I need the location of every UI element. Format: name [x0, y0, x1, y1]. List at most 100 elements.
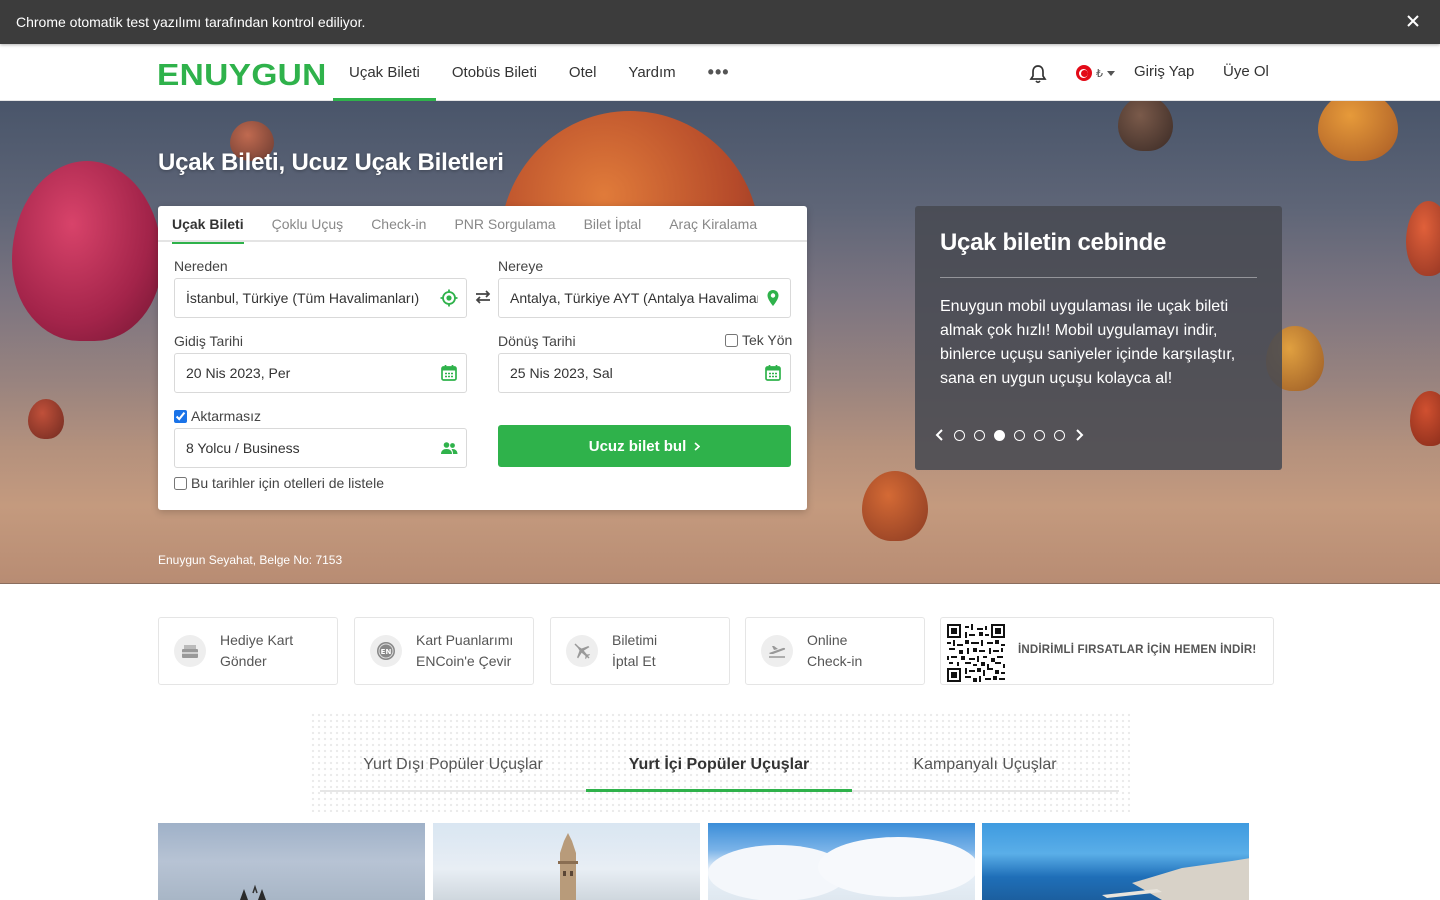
nav-otobus-bileti[interactable]: Otobüs Bileti [436, 44, 553, 101]
tab-pnr-sorgulama[interactable]: PNR Sorgulama [440, 206, 569, 242]
carousel-dot[interactable] [954, 429, 965, 441]
hotels-checkbox-input[interactable] [174, 476, 187, 490]
enuygun-logo[interactable]: ENUYGUN [157, 57, 327, 93]
main-nav: Uçak Bileti Otobüs Bileti Otel Yardım ••… [333, 44, 746, 101]
cancel-ticket-button[interactable]: Biletimi İptal Et [550, 617, 730, 685]
tab-yurt-disi-populer[interactable]: Yurt Dışı Popüler Uçuşlar [320, 740, 586, 790]
depart-label: Gidiş Tarihi [174, 333, 243, 349]
from-label: Nereden [174, 258, 228, 274]
direct-checkbox[interactable]: Aktarmasız [174, 408, 261, 424]
swap-icon[interactable] [474, 290, 492, 304]
qa-gift-line2: Gönder [220, 653, 267, 669]
popular-flights-tabs: Yurt Dışı Popüler Uçuşlar Yurt İçi Popül… [320, 740, 1119, 792]
return-value: 25 Nis 2023, Sal [510, 365, 613, 381]
carousel-dot-active[interactable] [994, 429, 1005, 441]
tab-yurt-ici-populer[interactable]: Yurt İçi Popüler Uçuşlar [586, 740, 852, 792]
city-photo [240, 884, 266, 900]
qa-cancel-line1: Biletimi [612, 632, 658, 648]
bell-icon[interactable] [1029, 64, 1047, 84]
carousel-controls [935, 429, 1084, 441]
passengers-value: 8 Yolcu / Business [186, 440, 300, 456]
currency-symbol: ₺ [1096, 67, 1103, 80]
svg-text:EN: EN [381, 648, 392, 656]
promo-body: Enuygun mobil uygulaması ile uçak bileti… [940, 298, 1236, 387]
chevron-right-icon[interactable] [1074, 429, 1084, 441]
site-header: ENUYGUN Uçak Bileti Otobüs Bileti Otel Y… [0, 44, 1440, 101]
promo-title: Uçak biletin cebinde [940, 229, 1167, 256]
close-icon[interactable] [1404, 12, 1422, 30]
passenger-selector[interactable]: 8 Yolcu / Business [174, 428, 467, 468]
carousel-dot[interactable] [1034, 429, 1045, 441]
register-link[interactable]: Üye Ol [1223, 63, 1269, 80]
tab-bilet-iptal[interactable]: Bilet İptal [570, 206, 656, 242]
infobar-text: Chrome otomatik test yazılımı tarafından… [16, 14, 366, 30]
destination-card-image[interactable] [982, 823, 1249, 900]
online-checkin-button[interactable]: Online Check-in [745, 617, 925, 685]
carousel-dot[interactable] [1014, 429, 1025, 441]
calendar-icon [441, 365, 457, 381]
hotels-label: Bu tarihler için otelleri de listele [191, 475, 384, 491]
locate-icon[interactable] [440, 289, 458, 307]
language-currency-selector[interactable]: ₺ [1076, 65, 1115, 81]
calendar-icon [765, 365, 781, 381]
balloon-image [12, 161, 162, 341]
nav-yardim[interactable]: Yardım [612, 44, 691, 101]
search-submit-button[interactable]: Ucuz bilet bul [498, 425, 791, 467]
to-input[interactable]: Antalya, Türkiye AYT (Antalya Havalimanı… [498, 278, 791, 318]
tab-ucak-bileti[interactable]: Uçak Bileti [158, 206, 258, 244]
depart-date-input[interactable]: 20 Nis 2023, Per [174, 353, 467, 393]
people-icon [441, 442, 458, 454]
hero-banner: Uçak Bileti, Ucuz Uçak Biletleri Uçak Bi… [0, 101, 1440, 584]
from-input[interactable]: İstanbul, Türkiye (Tüm Havalimanları) [174, 278, 467, 318]
return-date-input[interactable]: 25 Nis 2023, Sal [498, 353, 791, 393]
chevron-down-icon [1107, 70, 1115, 76]
destination-card-image[interactable] [433, 823, 700, 900]
chevron-left-icon[interactable] [935, 429, 945, 441]
nav-ucak-bileti[interactable]: Uçak Bileti [333, 44, 436, 101]
balloon-image [28, 399, 64, 439]
carousel-dot[interactable] [1054, 429, 1065, 441]
promo-divider [940, 277, 1257, 278]
balloon-image [1318, 101, 1398, 161]
search-tabs: Uçak Bileti Çoklu Uçuş Check-in PNR Sorg… [158, 206, 807, 244]
login-link[interactable]: Giriş Yap [1134, 63, 1194, 80]
oneway-checkbox-input[interactable] [725, 333, 738, 347]
flight-search-card: Uçak Bileti Çoklu Uçuş Check-in PNR Sorg… [158, 206, 807, 510]
qa-encoin-line2: ENCoin'e Çevir [416, 653, 512, 669]
tab-arac-kiralama[interactable]: Araç Kiralama [655, 206, 771, 242]
balloon-image [1410, 391, 1440, 446]
gift-card-button[interactable]: Hediye Kart Gönder [158, 617, 338, 685]
direct-checkbox-input[interactable] [174, 409, 187, 423]
qa-gift-line1: Hediye Kart [220, 632, 294, 648]
oneway-label: Tek Yön [742, 332, 793, 348]
qa-checkin-line1: Online [807, 632, 848, 648]
depart-value: 20 Nis 2023, Per [186, 365, 291, 381]
destination-card-image[interactable] [708, 823, 975, 900]
to-label: Nereye [498, 258, 544, 274]
destination-card-image[interactable] [158, 823, 425, 900]
hotels-checkbox[interactable]: Bu tarihler için otelleri de listele [174, 475, 384, 491]
turkey-flag-icon [1076, 65, 1092, 81]
to-value: Antalya, Türkiye AYT (Antalya Havalimanı… [510, 290, 758, 306]
encoin-button[interactable]: EN Kart Puanlarımı ENCoin'e Çevir [354, 617, 534, 685]
galata-tower-photo [558, 833, 578, 900]
license-text: Enuygun Seyahat, Belge No: 7153 [158, 553, 343, 567]
nav-otel[interactable]: Otel [553, 44, 613, 101]
tab-check-in[interactable]: Check-in [357, 206, 440, 242]
balloon-image [1406, 201, 1440, 276]
direct-label: Aktarmasız [191, 408, 262, 424]
app-download-box[interactable]: İNDİRİMLİ FIRSATLAR İÇİN HEMEN İNDİR! [940, 617, 1274, 685]
oneway-checkbox[interactable]: Tek Yön [725, 332, 792, 348]
chevron-right-icon [694, 441, 701, 451]
app-promo-text: İNDİRİMLİ FIRSATLAR İÇİN HEMEN İNDİR! [1018, 644, 1257, 656]
balloon-image [862, 471, 928, 541]
cancel-flight-icon [566, 635, 598, 667]
automation-infobar: Chrome otomatik test yazılımı tarafından… [0, 0, 1440, 44]
tab-kampanyali-ucuslar[interactable]: Kampanyalı Uçuşlar [852, 740, 1118, 790]
hero-title: Uçak Bileti, Ucuz Uçak Biletleri [158, 149, 504, 176]
more-menu-icon[interactable]: ••• [692, 44, 746, 101]
carousel-dot[interactable] [974, 429, 985, 441]
tab-coklu-ucus[interactable]: Çoklu Uçuş [258, 206, 358, 242]
qa-encoin-line1: Kart Puanlarımı [416, 632, 514, 648]
search-submit-label: Ucuz bilet bul [588, 437, 687, 455]
